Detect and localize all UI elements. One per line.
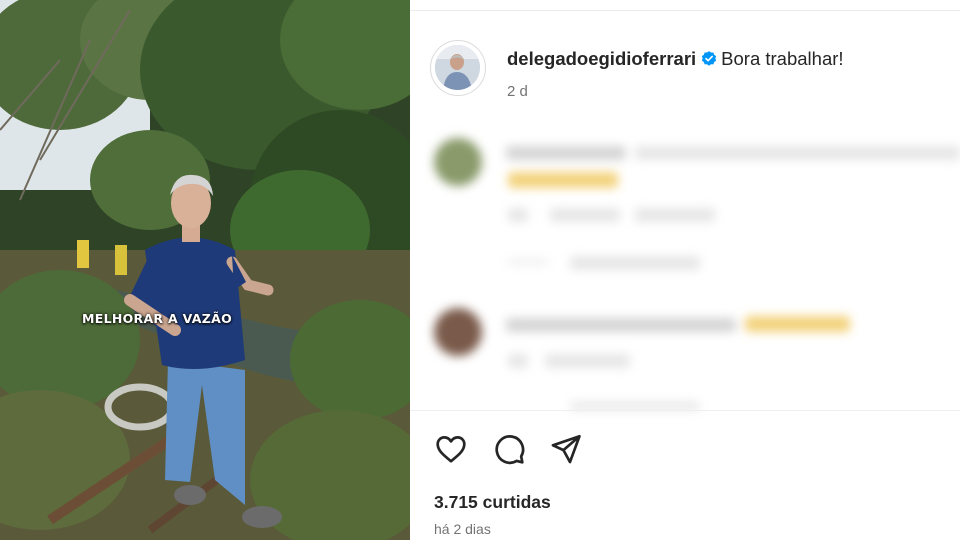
- comment-replies-line: [508, 260, 548, 264]
- comment-meta-placeholder: [635, 208, 715, 222]
- author-avatar[interactable]: [435, 45, 480, 90]
- caption-time-ago: 2 d: [507, 83, 528, 100]
- video-overlay-caption: MELHORAR A VAZÃO: [82, 311, 232, 326]
- share-button[interactable]: [547, 430, 585, 468]
- avatar-photo: [435, 45, 480, 90]
- like-button[interactable]: [432, 430, 470, 468]
- paper-plane-icon: [551, 434, 581, 464]
- comment-emoji-placeholder: [508, 172, 618, 188]
- comment-text-placeholder: [635, 146, 960, 160]
- heart-icon: [436, 436, 466, 463]
- comment-avatar: [434, 138, 482, 186]
- comment-author-placeholder: [506, 146, 626, 160]
- likes-count[interactable]: 3.715 curtidas: [434, 492, 551, 513]
- post-date: há 2 dias: [434, 521, 491, 537]
- comment-author-placeholder: [506, 318, 736, 332]
- comment-meta-placeholder: [508, 354, 528, 368]
- top-divider: [410, 10, 960, 11]
- post-caption-header: delegadoegidioferrari Bora trabalhar! 2 …: [430, 38, 950, 108]
- post-caption-text: Bora trabalhar!: [721, 48, 844, 69]
- post-media-video[interactable]: MELHORAR A VAZÃO: [0, 0, 410, 540]
- comment-button[interactable]: [490, 430, 528, 468]
- post-action-bar: [432, 430, 632, 470]
- blurred-comments-list: [410, 120, 960, 410]
- comment-avatar: [434, 308, 482, 356]
- comment-meta-placeholder: [508, 208, 528, 222]
- author-caption-line: delegadoegidioferrari Bora trabalhar!: [507, 48, 844, 70]
- verified-badge-icon: [702, 51, 717, 66]
- author-username[interactable]: delegadoegidioferrari: [507, 48, 696, 69]
- comment-replies-placeholder: [570, 256, 700, 270]
- comment-emoji-placeholder: [745, 316, 850, 332]
- comment-replies-placeholder: [570, 402, 700, 410]
- post-detail-panel: delegadoegidioferrari Bora trabalhar! 2 …: [410, 0, 960, 540]
- comment-meta-placeholder: [550, 208, 620, 222]
- actions-divider: [410, 410, 960, 411]
- author-avatar-ring[interactable]: [430, 40, 486, 96]
- video-frame-scene: [0, 0, 410, 540]
- comment-bubble-icon: [495, 435, 525, 465]
- comment-meta-placeholder: [545, 354, 630, 368]
